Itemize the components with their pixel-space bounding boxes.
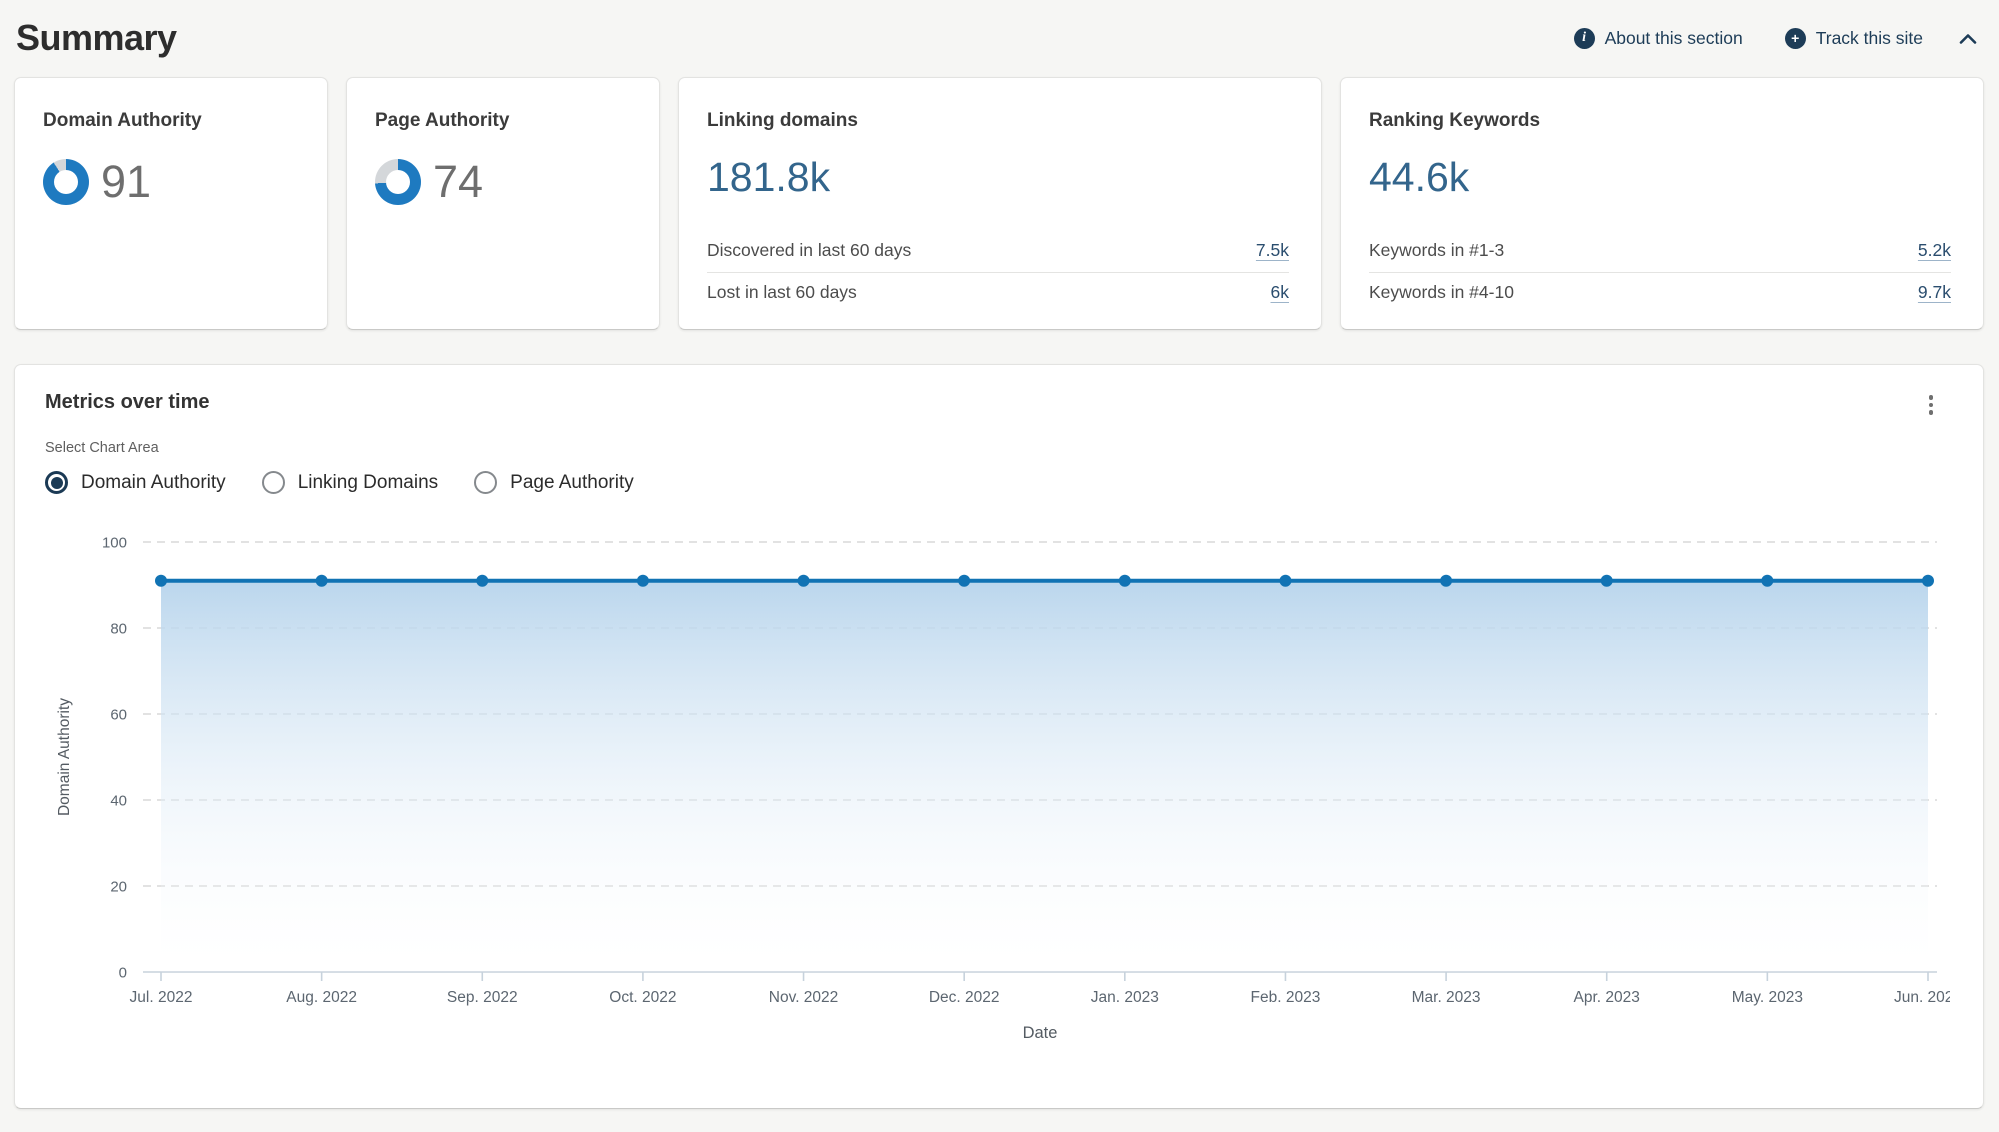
- y-tick-label: 40: [110, 793, 127, 810]
- keywords-1-3-value-link[interactable]: 5.2k: [1918, 240, 1951, 261]
- chart-data-point: [1279, 575, 1291, 587]
- x-tick-label: May. 2023: [1732, 989, 1803, 1006]
- x-tick-label: Oct. 2022: [609, 989, 676, 1006]
- x-tick-label: Aug. 2022: [286, 989, 357, 1006]
- chart-data-point: [958, 575, 970, 587]
- page-header: Summary i About this section + Track thi…: [0, 0, 1999, 64]
- card-title: Ranking Keywords: [1369, 110, 1951, 132]
- x-tick-label: Sep. 2022: [447, 989, 518, 1006]
- x-tick-label: Jan. 2023: [1091, 989, 1159, 1006]
- x-tick-label: Dec. 2022: [929, 989, 1000, 1006]
- x-tick-label: Apr. 2023: [1574, 989, 1640, 1006]
- chart-data-point: [1601, 575, 1613, 587]
- stat-label: Discovered in last 60 days: [707, 240, 911, 261]
- card-title: Domain Authority: [43, 110, 303, 132]
- radio-label: Linking Domains: [298, 472, 438, 494]
- track-this-site-button[interactable]: + Track this site: [1785, 28, 1923, 49]
- chart-area-fill: [161, 581, 1928, 972]
- y-tick-label: 100: [102, 535, 127, 552]
- discovered-value-link[interactable]: 7.5k: [1256, 240, 1289, 261]
- page-authority-score: 74: [375, 156, 635, 208]
- x-axis-ticks: Jul. 2022 Aug. 2022 Sep. 2022 Oct. 2022 Nov.…: [130, 972, 1950, 1006]
- chart-data-point: [316, 575, 328, 587]
- x-tick-label: Nov. 2022: [769, 989, 839, 1006]
- x-tick-label: Jul. 2022: [130, 989, 193, 1006]
- linking-domains-stats: Discovered in last 60 days 7.5k Lost in …: [707, 231, 1289, 314]
- metrics-over-time-card: Metrics over time Select Chart Area Doma…: [14, 364, 1984, 1109]
- page-authority-card: Page Authority 74: [346, 77, 660, 330]
- radio-linking-domains[interactable]: Linking Domains: [262, 471, 438, 494]
- chevron-up-icon: [1959, 33, 1977, 44]
- lost-value-link[interactable]: 6k: [1271, 282, 1289, 303]
- stat-row-discovered: Discovered in last 60 days 7.5k: [707, 231, 1289, 272]
- keywords-4-10-value-link[interactable]: 9.7k: [1918, 282, 1951, 303]
- radio-label: Page Authority: [510, 472, 634, 494]
- chart-container: 0 20 40 60 80 100 Jul. 2022 Aug. 2022 Sep. 2022 O…: [45, 522, 1953, 1057]
- x-tick-label: Feb. 2023: [1251, 989, 1321, 1006]
- about-this-section-label: About this section: [1605, 28, 1743, 49]
- stat-label: Keywords in #1-3: [1369, 240, 1504, 261]
- y-tick-label: 0: [119, 965, 127, 982]
- x-axis-title: Date: [1023, 1024, 1058, 1042]
- x-tick-label: Jun. 2023: [1894, 989, 1950, 1006]
- domain-authority-area-chart[interactable]: 0 20 40 60 80 100 Jul. 2022 Aug. 2022 Sep. 2022 O…: [45, 522, 1950, 1052]
- chart-data-point: [637, 575, 649, 587]
- select-chart-area-label: Select Chart Area: [45, 440, 1953, 456]
- header-actions: i About this section + Track this site: [1574, 28, 1977, 49]
- chart-data-point: [798, 575, 810, 587]
- radio-circle-icon: [262, 471, 285, 494]
- radio-circle-icon: [45, 471, 68, 494]
- chart-data-point: [1761, 575, 1773, 587]
- chart-data-point: [155, 575, 167, 587]
- about-this-section-button[interactable]: i About this section: [1574, 28, 1743, 49]
- card-title: Linking domains: [707, 110, 1289, 132]
- info-icon: i: [1574, 28, 1595, 49]
- domain-authority-value: 91: [101, 156, 151, 208]
- chart-area-radio-group: Domain Authority Linking Domains Page Au…: [45, 471, 1953, 494]
- stat-label: Keywords in #4-10: [1369, 282, 1514, 303]
- ranking-keywords-total: 44.6k: [1369, 154, 1951, 201]
- track-this-site-label: Track this site: [1816, 28, 1923, 49]
- y-axis-title: Domain Authority: [56, 698, 73, 816]
- linking-domains-card: Linking domains 181.8k Discovered in las…: [678, 77, 1322, 330]
- collapse-section-button[interactable]: [1959, 33, 1977, 44]
- y-tick-label: 20: [110, 879, 127, 896]
- y-tick-label: 60: [110, 707, 127, 724]
- chart-data-point: [1119, 575, 1131, 587]
- ranking-keywords-stats: Keywords in #1-3 5.2k Keywords in #4-10 …: [1369, 231, 1951, 314]
- chart-data-point: [1922, 575, 1934, 587]
- summary-cards-row: Domain Authority 91 Page Authority 74 Li…: [14, 77, 1984, 330]
- chart-data-point: [1440, 575, 1452, 587]
- linking-domains-total: 181.8k: [707, 154, 1289, 201]
- stat-row-lost: Lost in last 60 days 6k: [707, 272, 1289, 314]
- radio-circle-icon: [474, 471, 497, 494]
- page-authority-donut-chart: [375, 159, 421, 205]
- stat-row-keywords-4-10: Keywords in #4-10 9.7k: [1369, 272, 1951, 314]
- radio-domain-authority[interactable]: Domain Authority: [45, 471, 226, 494]
- chart-data-point: [476, 575, 488, 587]
- stat-label: Lost in last 60 days: [707, 282, 857, 303]
- stat-row-keywords-1-3: Keywords in #1-3 5.2k: [1369, 231, 1951, 272]
- domain-authority-card: Domain Authority 91: [14, 77, 328, 330]
- y-tick-label: 80: [110, 621, 127, 638]
- x-tick-label: Mar. 2023: [1412, 989, 1481, 1006]
- card-title: Page Authority: [375, 110, 635, 132]
- plus-icon: +: [1785, 28, 1806, 49]
- kebab-menu-icon[interactable]: [1925, 391, 1938, 419]
- domain-authority-donut-chart: [43, 159, 89, 205]
- radio-label: Domain Authority: [81, 472, 226, 494]
- metrics-over-time-title: Metrics over time: [45, 391, 1953, 414]
- radio-page-authority[interactable]: Page Authority: [474, 471, 634, 494]
- page-authority-value: 74: [433, 156, 483, 208]
- domain-authority-score: 91: [43, 156, 303, 208]
- page-title: Summary: [16, 17, 177, 59]
- ranking-keywords-card: Ranking Keywords 44.6k Keywords in #1-3 …: [1340, 77, 1984, 330]
